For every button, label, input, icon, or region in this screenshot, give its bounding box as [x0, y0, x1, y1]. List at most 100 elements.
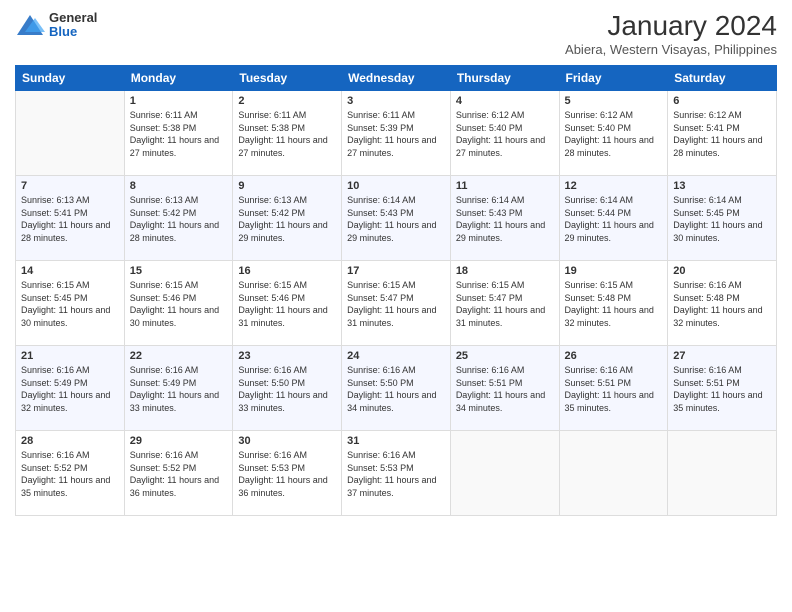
col-sunday: Sunday — [16, 66, 125, 91]
calendar-cell: 23 Sunrise: 6:16 AM Sunset: 5:50 PM Dayl… — [233, 346, 342, 431]
sunset: Sunset: 5:52 PM — [21, 462, 119, 475]
day-info: Sunrise: 6:16 AM Sunset: 5:49 PM Dayligh… — [130, 364, 228, 414]
day-info: Sunrise: 6:13 AM Sunset: 5:41 PM Dayligh… — [21, 194, 119, 244]
sunrise: Sunrise: 6:16 AM — [130, 449, 228, 462]
sunset: Sunset: 5:38 PM — [238, 122, 336, 135]
sunset: Sunset: 5:47 PM — [347, 292, 445, 305]
col-friday: Friday — [559, 66, 668, 91]
day-info: Sunrise: 6:14 AM Sunset: 5:43 PM Dayligh… — [456, 194, 554, 244]
sunset: Sunset: 5:40 PM — [456, 122, 554, 135]
sunrise: Sunrise: 6:16 AM — [673, 279, 771, 292]
sunset: Sunset: 5:48 PM — [673, 292, 771, 305]
calendar-cell: 11 Sunrise: 6:14 AM Sunset: 5:43 PM Dayl… — [450, 176, 559, 261]
col-thursday: Thursday — [450, 66, 559, 91]
day-info: Sunrise: 6:15 AM Sunset: 5:47 PM Dayligh… — [347, 279, 445, 329]
day-number: 28 — [21, 435, 119, 447]
calendar-cell: 12 Sunrise: 6:14 AM Sunset: 5:44 PM Dayl… — [559, 176, 668, 261]
sunset: Sunset: 5:49 PM — [130, 377, 228, 390]
sunrise: Sunrise: 6:16 AM — [347, 364, 445, 377]
calendar-cell: 29 Sunrise: 6:16 AM Sunset: 5:52 PM Dayl… — [124, 431, 233, 516]
daylight: Daylight: 11 hours and 34 minutes. — [347, 389, 445, 414]
calendar-cell: 1 Sunrise: 6:11 AM Sunset: 5:38 PM Dayli… — [124, 91, 233, 176]
day-number: 12 — [565, 180, 663, 192]
sunrise: Sunrise: 6:16 AM — [456, 364, 554, 377]
sunset: Sunset: 5:46 PM — [238, 292, 336, 305]
day-info: Sunrise: 6:15 AM Sunset: 5:48 PM Dayligh… — [565, 279, 663, 329]
daylight: Daylight: 11 hours and 35 minutes. — [565, 389, 663, 414]
daylight: Daylight: 11 hours and 36 minutes. — [238, 474, 336, 499]
daylight: Daylight: 11 hours and 27 minutes. — [238, 134, 336, 159]
day-number: 23 — [238, 350, 336, 362]
sunrise: Sunrise: 6:15 AM — [130, 279, 228, 292]
sunrise: Sunrise: 6:15 AM — [347, 279, 445, 292]
day-number: 7 — [21, 180, 119, 192]
sunrise: Sunrise: 6:14 AM — [673, 194, 771, 207]
col-tuesday: Tuesday — [233, 66, 342, 91]
calendar-cell: 18 Sunrise: 6:15 AM Sunset: 5:47 PM Dayl… — [450, 261, 559, 346]
daylight: Daylight: 11 hours and 29 minutes. — [456, 219, 554, 244]
header-row: Sunday Monday Tuesday Wednesday Thursday… — [16, 66, 777, 91]
daylight: Daylight: 11 hours and 28 minutes. — [673, 134, 771, 159]
calendar-cell: 27 Sunrise: 6:16 AM Sunset: 5:51 PM Dayl… — [668, 346, 777, 431]
day-number: 20 — [673, 265, 771, 277]
day-number: 3 — [347, 95, 445, 107]
sunrise: Sunrise: 6:14 AM — [456, 194, 554, 207]
daylight: Daylight: 11 hours and 33 minutes. — [130, 389, 228, 414]
week-row-0: 1 Sunrise: 6:11 AM Sunset: 5:38 PM Dayli… — [16, 91, 777, 176]
daylight: Daylight: 11 hours and 34 minutes. — [456, 389, 554, 414]
daylight: Daylight: 11 hours and 31 minutes. — [347, 304, 445, 329]
calendar-cell: 30 Sunrise: 6:16 AM Sunset: 5:53 PM Dayl… — [233, 431, 342, 516]
daylight: Daylight: 11 hours and 35 minutes. — [21, 474, 119, 499]
day-info: Sunrise: 6:13 AM Sunset: 5:42 PM Dayligh… — [238, 194, 336, 244]
calendar-cell: 25 Sunrise: 6:16 AM Sunset: 5:51 PM Dayl… — [450, 346, 559, 431]
calendar: Sunday Monday Tuesday Wednesday Thursday… — [15, 65, 777, 516]
title-section: January 2024 Abiera, Western Visayas, Ph… — [565, 10, 777, 57]
day-info: Sunrise: 6:11 AM Sunset: 5:38 PM Dayligh… — [238, 109, 336, 159]
daylight: Daylight: 11 hours and 28 minutes. — [130, 219, 228, 244]
calendar-cell: 15 Sunrise: 6:15 AM Sunset: 5:46 PM Dayl… — [124, 261, 233, 346]
day-number: 13 — [673, 180, 771, 192]
sunset: Sunset: 5:51 PM — [456, 377, 554, 390]
daylight: Daylight: 11 hours and 36 minutes. — [130, 474, 228, 499]
calendar-cell: 16 Sunrise: 6:15 AM Sunset: 5:46 PM Dayl… — [233, 261, 342, 346]
daylight: Daylight: 11 hours and 35 minutes. — [673, 389, 771, 414]
page: General Blue January 2024 Abiera, Wester… — [0, 0, 792, 612]
sunrise: Sunrise: 6:16 AM — [21, 449, 119, 462]
sunrise: Sunrise: 6:13 AM — [130, 194, 228, 207]
day-info: Sunrise: 6:15 AM Sunset: 5:46 PM Dayligh… — [130, 279, 228, 329]
calendar-cell — [16, 91, 125, 176]
sunset: Sunset: 5:51 PM — [565, 377, 663, 390]
day-number: 10 — [347, 180, 445, 192]
sunrise: Sunrise: 6:14 AM — [565, 194, 663, 207]
day-number: 16 — [238, 265, 336, 277]
day-info: Sunrise: 6:15 AM Sunset: 5:45 PM Dayligh… — [21, 279, 119, 329]
day-number: 26 — [565, 350, 663, 362]
sunrise: Sunrise: 6:16 AM — [238, 364, 336, 377]
day-info: Sunrise: 6:14 AM Sunset: 5:45 PM Dayligh… — [673, 194, 771, 244]
week-row-3: 21 Sunrise: 6:16 AM Sunset: 5:49 PM Dayl… — [16, 346, 777, 431]
sunrise: Sunrise: 6:12 AM — [456, 109, 554, 122]
calendar-cell: 13 Sunrise: 6:14 AM Sunset: 5:45 PM Dayl… — [668, 176, 777, 261]
calendar-body: 1 Sunrise: 6:11 AM Sunset: 5:38 PM Dayli… — [16, 91, 777, 516]
day-info: Sunrise: 6:11 AM Sunset: 5:39 PM Dayligh… — [347, 109, 445, 159]
daylight: Daylight: 11 hours and 31 minutes. — [238, 304, 336, 329]
daylight: Daylight: 11 hours and 30 minutes. — [21, 304, 119, 329]
day-number: 24 — [347, 350, 445, 362]
sunset: Sunset: 5:41 PM — [21, 207, 119, 220]
sunrise: Sunrise: 6:15 AM — [238, 279, 336, 292]
sunrise: Sunrise: 6:15 AM — [21, 279, 119, 292]
sunset: Sunset: 5:48 PM — [565, 292, 663, 305]
day-info: Sunrise: 6:14 AM Sunset: 5:44 PM Dayligh… — [565, 194, 663, 244]
daylight: Daylight: 11 hours and 29 minutes. — [347, 219, 445, 244]
day-number: 31 — [347, 435, 445, 447]
calendar-cell: 9 Sunrise: 6:13 AM Sunset: 5:42 PM Dayli… — [233, 176, 342, 261]
logo-blue: Blue — [49, 25, 97, 39]
day-number: 29 — [130, 435, 228, 447]
sunset: Sunset: 5:40 PM — [565, 122, 663, 135]
daylight: Daylight: 11 hours and 27 minutes. — [130, 134, 228, 159]
day-number: 21 — [21, 350, 119, 362]
sunrise: Sunrise: 6:13 AM — [238, 194, 336, 207]
daylight: Daylight: 11 hours and 27 minutes. — [347, 134, 445, 159]
day-number: 14 — [21, 265, 119, 277]
col-saturday: Saturday — [668, 66, 777, 91]
